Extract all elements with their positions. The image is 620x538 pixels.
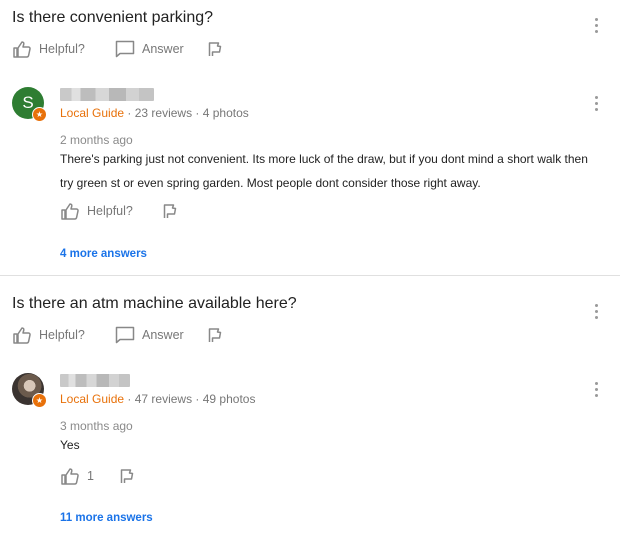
flag-icon [163,204,177,218]
more-vert-icon [594,17,598,21]
question-more-menu-button[interactable] [588,301,604,321]
answer-text: Yes [60,438,80,452]
more-vert-icon [594,381,598,385]
answer-report-button[interactable] [119,468,135,484]
question-answer-button[interactable]: Answer [115,326,184,344]
answer-helpful-button[interactable]: Helpful? [60,202,133,220]
author-stats: · 47 reviews · 49 photos [127,392,256,406]
helpful-label: Helpful? [39,328,85,342]
thumbs-up-icon [13,327,31,344]
question-more-menu-button[interactable] [588,15,604,35]
section-divider [0,275,620,276]
answer-helpful-button[interactable]: 1 [60,467,94,485]
answer-bubble-icon [115,40,135,58]
answer-author-name[interactable] [60,88,154,101]
question-report-button[interactable] [207,327,223,343]
answer-more-menu-button[interactable] [588,379,604,399]
answer-more-menu-button[interactable] [588,93,604,113]
helpful-count: 1 [87,469,94,483]
answer-text: There's parking just not convenient. Its… [60,152,588,190]
answer-bubble-icon [115,326,135,344]
more-vert-icon [594,303,598,307]
avatar[interactable]: S ★ [12,87,47,122]
local-guide-label: Local Guide [60,392,125,406]
answer-report-button[interactable] [162,203,178,219]
author-stats: · 23 reviews · 4 photos [127,106,249,120]
question-answer-button[interactable]: Answer [115,40,184,58]
thumbs-up-icon [61,203,79,220]
answer-author-meta: Local Guide · 23 reviews · 4 photos [60,106,249,120]
answer-author-meta: Local Guide · 47 reviews · 49 photos [60,392,255,406]
question-title: Is there convenient parking? [12,9,214,26]
answer-author-name[interactable] [60,374,130,387]
question-helpful-button[interactable]: Helpful? [12,326,85,344]
more-vert-icon [594,95,598,99]
more-answers-link[interactable]: 11 more answers [60,512,153,524]
flag-icon [120,469,134,483]
question-title: Is there an atm machine available here? [12,295,297,312]
answer-label: Answer [142,328,184,342]
local-guide-badge-icon: ★ [32,107,47,122]
answer-date: 3 months ago [60,419,133,433]
local-guide-label: Local Guide [60,106,125,120]
helpful-label: Helpful? [39,42,85,56]
flag-icon [208,42,222,56]
answer-label: Answer [142,42,184,56]
local-guide-badge-icon: ★ [32,393,47,408]
question-helpful-button[interactable]: Helpful? [12,40,85,58]
thumbs-up-icon [61,468,79,485]
question-report-button[interactable] [207,41,223,57]
flag-icon [208,328,222,342]
avatar[interactable]: ★ [12,373,47,408]
thumbs-up-icon [13,41,31,58]
more-answers-link[interactable]: 4 more answers [60,248,147,260]
helpful-label: Helpful? [87,204,133,218]
answer-date: 2 months ago [60,133,133,147]
